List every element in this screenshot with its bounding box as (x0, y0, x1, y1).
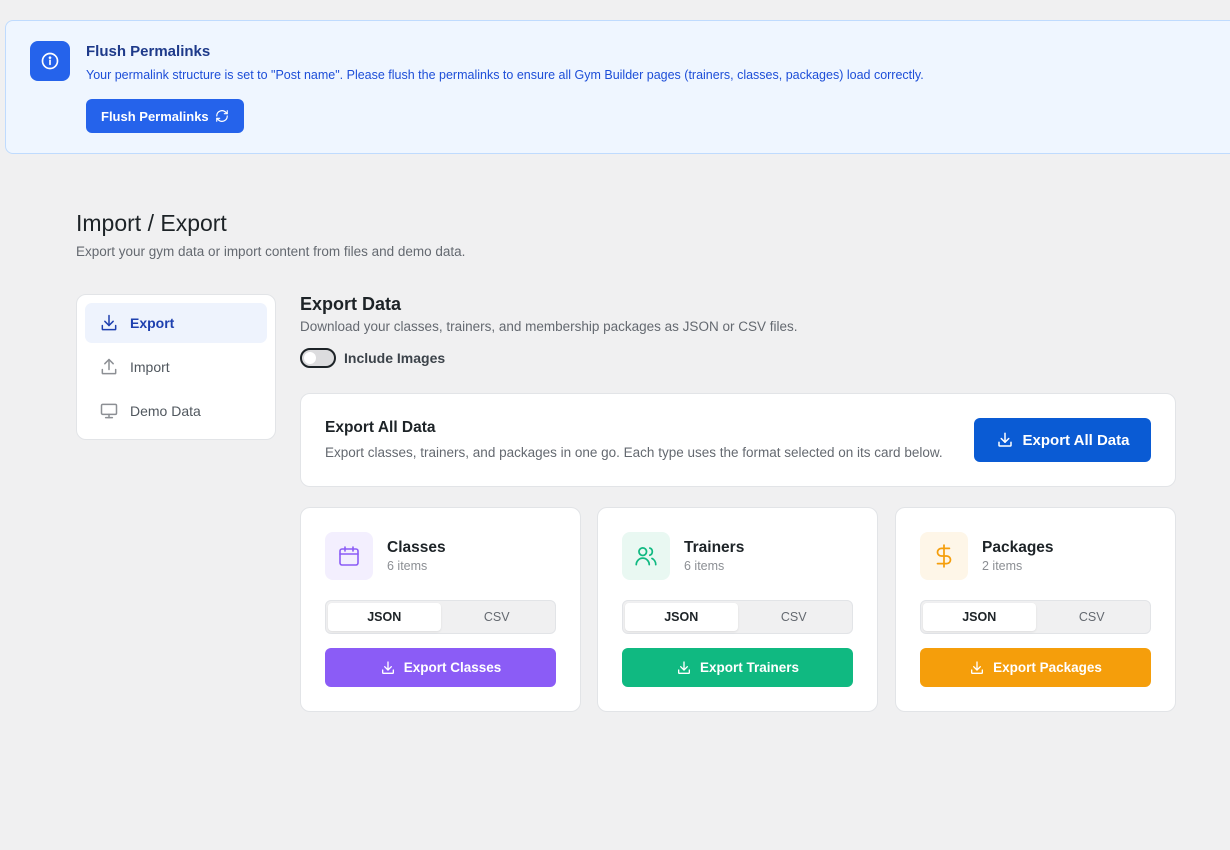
classes-card: Classes 6 items JSON CSV Export Classes (300, 507, 581, 712)
notice-title: Flush Permalinks (86, 43, 211, 60)
export-data-title: Export Data (300, 294, 402, 314)
dollar-icon (920, 532, 968, 580)
export-packages-label: Export Packages (993, 660, 1102, 675)
notice-message: Your permalink structure is set to "Post… (86, 68, 924, 82)
export-classes-label: Export Classes (403, 660, 502, 675)
nav-item-label: Import (130, 359, 170, 375)
download-icon (101, 314, 117, 331)
card-title: Classes (387, 539, 446, 556)
export-all-description: Export classes, trainers, and packages i… (325, 445, 943, 460)
format-selector: JSON CSV (920, 600, 1151, 634)
nav-item-export[interactable]: Export (85, 303, 267, 343)
permalink-notice: Flush Permalinks Your permalink structur… (5, 20, 1230, 154)
format-csv[interactable]: CSV (1036, 603, 1149, 631)
export-trainers-label: Export Trainers (699, 660, 800, 675)
nav-item-import[interactable]: Import (85, 347, 267, 387)
flush-permalinks-label: Flush Permalinks (101, 108, 209, 124)
page-subtitle: Export your gym data or import content f… (76, 244, 466, 259)
download-icon (997, 432, 1012, 447)
users-icon (622, 532, 670, 580)
card-title: Packages (982, 539, 1054, 556)
format-csv[interactable]: CSV (738, 603, 851, 631)
flush-permalinks-button[interactable]: Flush Permalinks (86, 99, 244, 133)
refresh-icon (215, 110, 228, 122)
export-all-button[interactable]: Export All Data (974, 418, 1151, 462)
trainers-card: Trainers 6 items JSON CSV Export Trainer… (597, 507, 878, 712)
nav-item-demo-data[interactable]: Demo Data (85, 391, 267, 431)
export-trainers-button[interactable]: Export Trainers (622, 648, 853, 687)
download-icon (381, 660, 394, 674)
format-selector: JSON CSV (622, 600, 853, 634)
calendar-icon (325, 532, 373, 580)
format-json[interactable]: JSON (328, 603, 441, 631)
import-export-nav: Export Import Demo Data (76, 294, 276, 440)
packages-card: Packages 2 items JSON CSV Export Package… (895, 507, 1176, 712)
card-count: 2 items (982, 559, 1023, 573)
card-count: 6 items (684, 559, 725, 573)
toggle-knob (304, 352, 316, 364)
nav-item-label: Export (130, 315, 175, 331)
export-all-card: Export All Data Export classes, trainers… (300, 393, 1176, 487)
download-icon (971, 660, 984, 674)
format-json[interactable]: JSON (923, 603, 1036, 631)
export-all-label: Export All Data (1022, 431, 1130, 449)
upload-icon (101, 358, 117, 375)
page-title: Import / Export (76, 210, 227, 236)
export-classes-button[interactable]: Export Classes (325, 648, 556, 687)
nav-item-label: Demo Data (130, 403, 201, 419)
download-icon (677, 660, 690, 674)
format-selector: JSON CSV (325, 600, 556, 634)
include-images-row: Include Images (300, 348, 445, 368)
card-title: Trainers (684, 539, 745, 556)
format-json[interactable]: JSON (625, 603, 738, 631)
monitor-icon (100, 403, 118, 419)
format-csv[interactable]: CSV (441, 603, 554, 631)
card-count: 6 items (387, 559, 428, 573)
info-icon (30, 41, 70, 81)
include-images-toggle[interactable] (300, 348, 336, 368)
export-all-title: Export All Data (325, 419, 436, 436)
export-data-subtitle: Download your classes, trainers, and mem… (300, 319, 798, 334)
include-images-label: Include Images (344, 350, 446, 366)
export-packages-button[interactable]: Export Packages (920, 648, 1151, 687)
